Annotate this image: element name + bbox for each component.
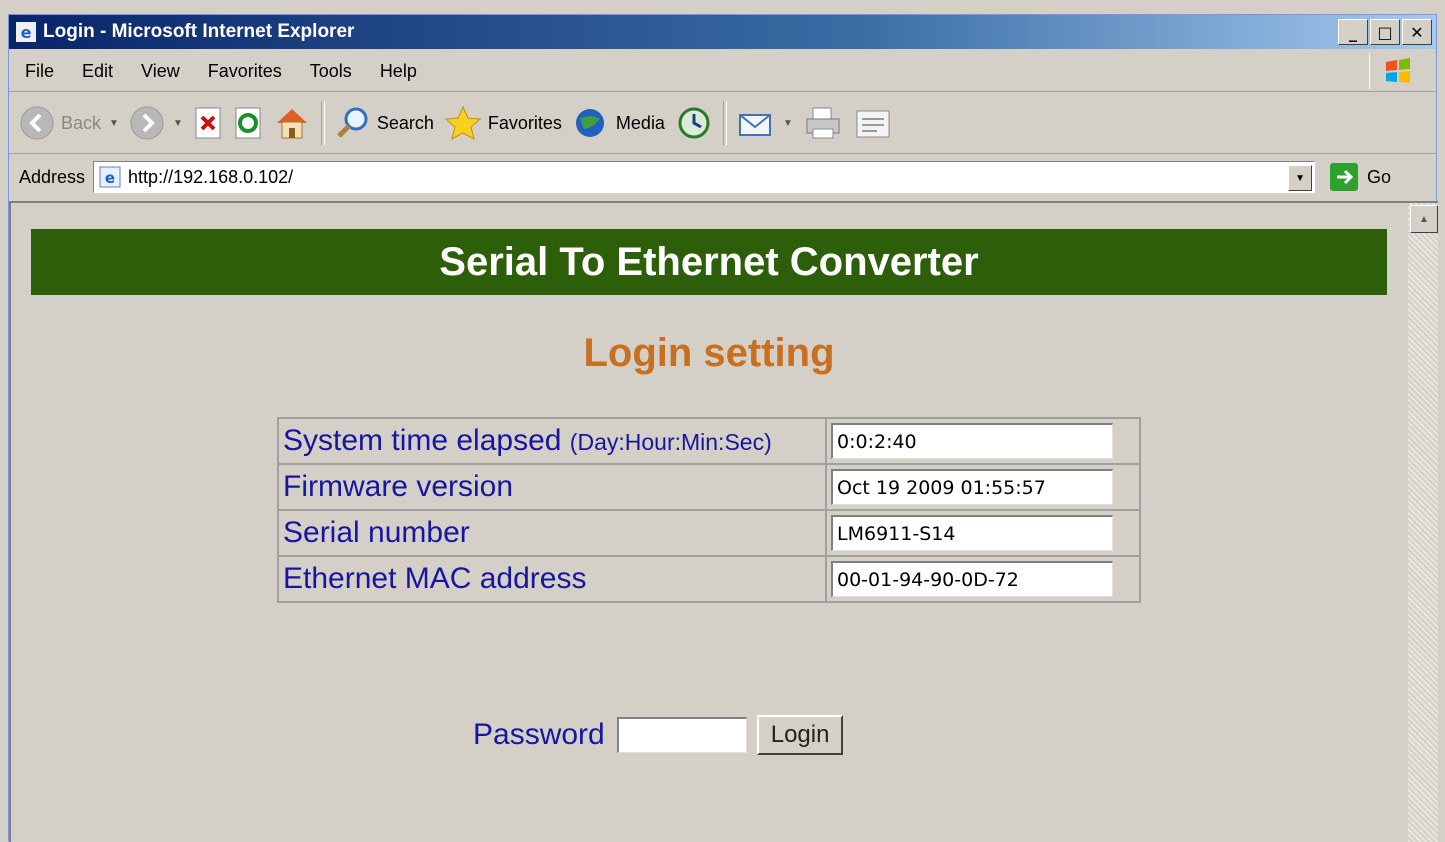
password-row: Password Login [473, 715, 844, 755]
search-icon [337, 107, 368, 138]
window-title: Login - Microsoft Internet Explorer [43, 21, 355, 42]
mail-icon [738, 114, 771, 136]
refresh-button[interactable] [233, 106, 263, 140]
close-button[interactable]: ✕ [1402, 19, 1432, 45]
stop-icon [195, 107, 221, 139]
chevron-down-icon[interactable]: ▼ [109, 118, 119, 129]
media-icon [575, 109, 604, 137]
title-bar: e Login - Microsoft Internet Explorer _ … [9, 15, 1436, 49]
row-label: Serial number [283, 516, 470, 549]
address-url: http://192.168.0.102/ [128, 166, 294, 187]
table-row: Ethernet MAC address 00-01-94-90-0D-72 [278, 556, 1140, 602]
back-button[interactable]: Back ▼ [19, 105, 119, 141]
maximize-button[interactable]: □ [1370, 19, 1400, 45]
toolbar: Back ▼ ▼ Search Favorites Media ▼ [9, 93, 1436, 154]
svg-text:e: e [105, 169, 115, 187]
address-bar: Address e http://192.168.0.102/ ▼ Go [9, 155, 1436, 199]
browser-window: e Login - Microsoft Internet Explorer _ … [8, 14, 1438, 842]
address-input[interactable]: e http://192.168.0.102/ ▼ [93, 161, 1316, 193]
scroll-up-arrow-icon[interactable]: ▲ [1410, 205, 1438, 233]
page-heading: Login setting [583, 331, 835, 375]
system-time-field[interactable]: 0:0:2:40 [831, 423, 1113, 459]
menu-tools[interactable]: Tools [296, 61, 366, 82]
ie-icon: e [16, 22, 36, 42]
home-icon [276, 109, 307, 139]
refresh-icon [235, 107, 261, 139]
menu-view[interactable]: View [127, 61, 194, 82]
vertical-scrollbar[interactable]: ▲ [1408, 203, 1438, 842]
login-button[interactable]: Login [756, 715, 844, 755]
forward-arrow-icon [130, 106, 164, 140]
back-label: Back [61, 112, 102, 133]
stop-button[interactable] [193, 106, 223, 140]
menu-favorites[interactable]: Favorites [194, 61, 296, 82]
mail-button[interactable]: ▼ [737, 105, 793, 141]
forward-button[interactable]: ▼ [129, 105, 183, 141]
row-hint: (Day:Hour:Min:Sec) [569, 429, 772, 455]
favorites-button[interactable]: Favorites [444, 105, 562, 141]
history-button[interactable] [675, 105, 713, 141]
edit-button[interactable] [853, 105, 893, 141]
row-label: Firmware version [283, 470, 514, 503]
row-label: System time elapsed [283, 424, 562, 457]
table-row: Firmware version Oct 19 2009 01:55:57 [278, 464, 1140, 510]
star-icon [444, 105, 482, 140]
back-arrow-icon [20, 106, 54, 140]
mac-address-field[interactable]: 00-01-94-90-0D-72 [831, 561, 1113, 597]
minimize-button[interactable]: _ [1338, 19, 1368, 45]
printer-icon [806, 107, 840, 139]
table-row: Serial number LM6911-S14 [278, 510, 1140, 556]
menu-file[interactable]: File [9, 61, 68, 82]
go-arrow-icon [1330, 163, 1359, 191]
windows-logo-icon [1369, 53, 1426, 89]
device-info-table: System time elapsed (Day:Hour:Min:Sec) 0… [277, 417, 1141, 603]
go-button[interactable]: Go [1329, 162, 1391, 192]
toolbar-separator [722, 101, 727, 145]
serial-number-field[interactable]: LM6911-S14 [831, 515, 1113, 551]
menu-bar: File Edit View Favorites Tools Help [9, 51, 1436, 92]
media-label: Media [615, 112, 665, 133]
print-button[interactable] [803, 105, 843, 141]
search-button[interactable]: Search [335, 105, 434, 141]
address-dropdown-button[interactable]: ▼ [1288, 165, 1313, 191]
search-label: Search [376, 112, 434, 133]
toolbar-separator [320, 101, 325, 145]
address-label: Address [19, 166, 86, 187]
edit-page-icon [856, 110, 890, 138]
history-icon [678, 107, 710, 139]
chevron-down-icon[interactable]: ▼ [173, 118, 183, 129]
menu-help[interactable]: Help [366, 61, 431, 82]
page-banner: Serial To Ethernet Converter [31, 229, 1387, 295]
media-button[interactable]: Media [572, 105, 665, 141]
svg-text:e: e [21, 23, 32, 42]
firmware-version-field[interactable]: Oct 19 2009 01:55:57 [831, 469, 1113, 505]
chevron-down-icon[interactable]: ▼ [783, 118, 793, 129]
go-label: Go [1367, 166, 1392, 187]
table-row: System time elapsed (Day:Hour:Min:Sec) 0… [278, 418, 1140, 464]
password-input[interactable] [616, 717, 747, 753]
home-button[interactable] [273, 105, 311, 141]
favorites-label: Favorites [487, 112, 562, 133]
menu-edit[interactable]: Edit [68, 61, 127, 82]
password-label: Password [473, 718, 605, 751]
page-icon: e [99, 166, 121, 188]
page-content: ▲ Serial To Ethernet Converter Login set… [9, 201, 1438, 842]
row-label: Ethernet MAC address [283, 562, 587, 595]
